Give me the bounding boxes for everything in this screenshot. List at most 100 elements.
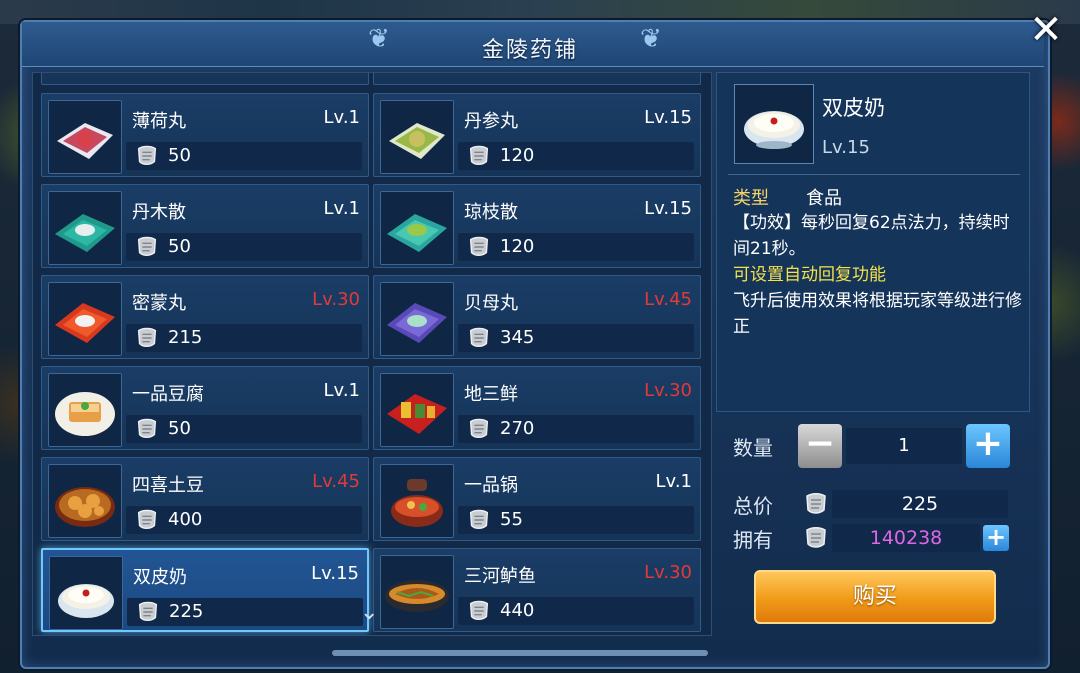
danmu-powder-icon: [48, 191, 122, 265]
owned-currency-value: 140238: [832, 524, 980, 552]
detail-item-name: 双皮奶: [822, 96, 885, 120]
effect-text: 【功效】每秒回复62点法力，持续时间21秒。: [733, 213, 1010, 259]
item-level: Lv.30: [644, 380, 692, 401]
list-item[interactable]: 丹参丸 Lv.15 120: [373, 93, 701, 177]
type-label: 类型: [733, 188, 769, 209]
list-item[interactable]: 四喜土豆 Lv.45 400: [41, 457, 369, 541]
list-item[interactable]: 密蒙丸 Lv.30 215: [41, 275, 369, 359]
mimeng-pill-icon: [48, 282, 122, 356]
list-item[interactable]: 一品锅 Lv.1 55: [373, 457, 701, 541]
item-level: Lv.45: [644, 289, 692, 310]
item-price: 270: [500, 418, 535, 439]
item-level: Lv.15: [311, 563, 359, 584]
horizontal-scrollbar[interactable]: [332, 650, 708, 656]
tofu-dish-icon: [48, 373, 122, 447]
shop-title: 金陵药铺: [481, 38, 578, 63]
type-value: 食品: [806, 188, 842, 209]
qiongzhi-powder-icon: [380, 191, 454, 265]
item-price: 50: [168, 236, 191, 257]
auto-recover-note: 可设置自动回复功能: [733, 265, 886, 285]
item-level: Lv.1: [323, 107, 360, 128]
mint-pill-icon: [48, 100, 122, 174]
item-level: Lv.1: [323, 198, 360, 219]
price-bar: [126, 324, 362, 352]
price-bar: [458, 142, 694, 170]
potato-dish-icon: [48, 464, 122, 538]
buy-button[interactable]: 购买: [754, 570, 996, 624]
silver-coin-icon: [137, 145, 157, 166]
total-price-label: 总价: [733, 494, 773, 518]
beimu-pill-icon: [380, 282, 454, 356]
list-item[interactable]: 薄荷丸 Lv.1 50: [41, 93, 369, 177]
silver-coin-icon: [469, 145, 489, 166]
silver-coin-icon: [469, 509, 489, 530]
list-item[interactable]: 一品豆腐 Lv.1 50: [41, 366, 369, 450]
fish-dish-icon: [380, 555, 454, 629]
item-level: Lv.1: [323, 380, 360, 401]
price-bar: [458, 415, 694, 443]
price-bar: [126, 142, 362, 170]
item-name: 一品豆腐: [132, 384, 204, 405]
item-price: 50: [168, 418, 191, 439]
item-price: 215: [168, 327, 203, 348]
close-icon[interactable]: ✕: [1026, 10, 1066, 50]
silver-coin-icon: [137, 418, 157, 439]
price-bar: [126, 506, 362, 534]
price-bar: [126, 233, 362, 261]
silver-coin-icon: [469, 600, 489, 621]
list-item[interactable]: 贝母丸 Lv.45 345: [373, 275, 701, 359]
price-bar: [458, 506, 694, 534]
item-level: Lv.15: [644, 107, 692, 128]
item-description: 【功效】每秒回复62点法力，持续时间21秒。 可设置自动回复功能 飞升后使用效果…: [733, 210, 1023, 340]
milk-pudding-icon: [49, 556, 123, 630]
list-item[interactable]: 三河鲈鱼 Lv.30 440: [373, 548, 701, 632]
list-item[interactable]: 丹木散 Lv.1 50: [41, 184, 369, 268]
quantity-minus-button[interactable]: −: [798, 424, 842, 468]
item-name: 四喜土豆: [132, 475, 204, 496]
silver-coin-icon: [137, 509, 157, 530]
header-ornament-left-icon: ❦: [368, 24, 390, 54]
silver-coin-icon: [806, 527, 826, 548]
hotpot-dish-icon: [380, 464, 454, 538]
silver-coin-icon: [469, 236, 489, 257]
item-name: 一品锅: [464, 475, 518, 496]
price-bar: [458, 597, 694, 625]
item-name: 丹木散: [132, 202, 186, 223]
quantity-label: 数量: [733, 436, 773, 460]
silver-coin-icon: [469, 327, 489, 348]
item-name: 贝母丸: [464, 293, 518, 314]
list-item[interactable]: 地三鲜 Lv.30 270: [373, 366, 701, 450]
item-price: 120: [500, 145, 535, 166]
add-currency-button[interactable]: +: [983, 525, 1009, 551]
silver-coin-icon: [806, 493, 826, 514]
item-name: 地三鲜: [464, 384, 518, 405]
item-level: Lv.45: [312, 471, 360, 492]
item-level: Lv.30: [312, 289, 360, 310]
list-item[interactable]: 琼枝散 Lv.15 120: [373, 184, 701, 268]
item-list[interactable]: 薄荷丸 Lv.1 50 丹参丸 Lv.15 120 丹木散 Lv.1 50 琼枝散 Lv.15 120…: [32, 72, 712, 636]
silver-coin-icon: [137, 327, 157, 348]
item-price: 120: [500, 236, 535, 257]
quantity-input[interactable]: 1: [846, 428, 962, 464]
item-level: Lv.15: [644, 198, 692, 219]
price-bar: [458, 233, 694, 261]
silver-coin-icon: [137, 236, 157, 257]
list-item-partial[interactable]: [41, 73, 369, 85]
item-name: 三河鲈鱼: [464, 566, 536, 587]
list-item-partial[interactable]: [373, 73, 701, 85]
item-level: Lv.1: [655, 471, 692, 492]
detail-divider: [728, 174, 1020, 175]
disanxian-dish-icon: [380, 373, 454, 447]
item-price: 400: [168, 509, 203, 530]
list-item[interactable]: 双皮奶 Lv.15 225: [41, 548, 369, 632]
item-name: 薄荷丸: [132, 111, 186, 132]
owned-currency-label: 拥有: [733, 528, 773, 552]
milk-pudding-icon: [734, 84, 814, 164]
silver-coin-icon: [138, 601, 158, 622]
price-bar: [126, 415, 362, 443]
chevron-down-icon[interactable]: ⌄: [360, 600, 378, 625]
danshen-pill-icon: [380, 100, 454, 174]
item-level: Lv.30: [644, 562, 692, 583]
quantity-plus-button[interactable]: +: [966, 424, 1010, 468]
item-name: 琼枝散: [464, 202, 518, 223]
